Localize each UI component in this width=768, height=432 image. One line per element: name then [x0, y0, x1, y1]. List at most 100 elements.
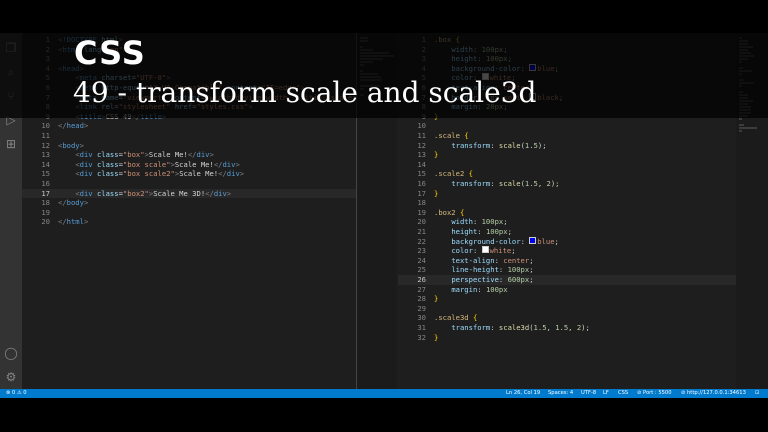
eol-setting[interactable]: LF [603, 389, 609, 398]
code-line[interactable]: 19 [22, 208, 356, 218]
code-line[interactable]: 29 [398, 304, 736, 314]
code-token: body [62, 140, 80, 150]
code-token: : [472, 217, 482, 227]
code-line[interactable]: 23 color: white; [398, 246, 736, 256]
code-token: transform [451, 140, 491, 150]
code-token: class [92, 150, 119, 160]
code-line[interactable]: 14 <div class="box scale">Scale Me!</div… [22, 160, 356, 170]
video-bottom-letterbox [0, 398, 768, 432]
code-token: perspective [451, 275, 499, 284]
color-swatch[interactable] [481, 246, 489, 254]
code-token: div [79, 188, 93, 198]
code-line[interactable]: 13} [398, 150, 736, 160]
code-token: white [489, 246, 512, 256]
code-token: body [66, 198, 84, 208]
account-icon[interactable]: ◯ [4, 346, 18, 360]
code-token: class [92, 188, 119, 198]
code-line[interactable]: 24 text-align: center; [398, 256, 736, 266]
color-swatch[interactable] [529, 236, 537, 244]
code-line[interactable]: 17} [398, 189, 736, 199]
code-token: line-height [451, 265, 499, 275]
code-line[interactable]: 16 transform: scale(1.5, 2); [398, 179, 736, 189]
code-line[interactable]: 11 .scale { [398, 131, 736, 141]
code-text: } [434, 333, 438, 343]
code-line[interactable]: 15 <div class="box scale2">Scale Me!</di… [22, 169, 356, 179]
code-line[interactable]: 16 [22, 179, 356, 189]
code-token: class [92, 169, 119, 179]
code-token: </ [58, 198, 67, 208]
code-token: center [503, 255, 530, 265]
extensions-icon[interactable]: ⊞ [4, 137, 18, 151]
code-token: div [222, 159, 236, 169]
code-line[interactable]: 19 .box2 { [398, 208, 736, 218]
code-line[interactable]: 17 <div class="box2">Scale Me 3D!</div> [22, 188, 356, 199]
code-line[interactable]: 10 </head> [22, 121, 356, 131]
line-number: 12 [41, 140, 50, 150]
code-line[interactable]: 14 [398, 160, 736, 170]
code-text: <div class="box scale">Scale Me!</div> [58, 159, 239, 170]
minimap-line [739, 130, 742, 132]
code-text: .scale3d { [434, 313, 477, 323]
language-mode[interactable]: CSS [618, 389, 628, 398]
encoding-setting[interactable]: UTF-8 [581, 389, 596, 398]
code-line[interactable]: 27 margin: 100px [398, 285, 736, 295]
code-token: </ [218, 169, 227, 179]
code-line[interactable]: 20 width: 100px; [398, 217, 736, 227]
live-server-port[interactable]: ⊘ Port : 5500 [637, 389, 672, 398]
settings-gear-icon[interactable]: ⚙ [4, 370, 18, 384]
code-line[interactable]: 32} [398, 333, 736, 343]
code-line[interactable]: 21 height: 100px; [398, 227, 736, 237]
line-number: 18 [417, 198, 426, 208]
line-number: 18 [41, 198, 50, 208]
code-token: } [434, 332, 439, 342]
code-token: ; [554, 236, 559, 246]
code-line[interactable]: 18 [398, 198, 736, 208]
code-token: "box2" [122, 188, 149, 198]
code-line[interactable]: 10 [398, 121, 736, 131]
code-token: > [226, 188, 232, 198]
code-token: } [434, 294, 439, 304]
code-line[interactable]: 20 </html> [22, 217, 356, 227]
code-token: </ [58, 217, 67, 227]
notifications-bell-icon[interactable]: ⊡ [755, 389, 759, 398]
code-line[interactable]: 28} [398, 294, 736, 304]
code-line[interactable]: 31 transform: scale3d(1.5, 1.5, 2); [398, 323, 736, 333]
cursor-position[interactable]: Ln 26, Col 19 [506, 389, 540, 398]
course-logo: CSS [74, 34, 146, 72]
code-line[interactable]: 11 [22, 131, 356, 141]
problems-indicator[interactable]: ⊗ 0 ⚠ 0 [6, 389, 27, 398]
code-token: text-align [451, 255, 495, 265]
code-token: > [79, 140, 84, 150]
line-number: 23 [417, 246, 426, 256]
code-text: width: 100px; [434, 217, 507, 227]
code-line[interactable]: 25 line-height: 100px; [398, 265, 736, 275]
line-number: 25 [417, 265, 426, 275]
code-text: </body> [58, 198, 88, 208]
line-number: 12 [417, 140, 426, 150]
code-text: } [434, 189, 438, 199]
code-text: } [434, 294, 438, 304]
line-number: 11 [417, 131, 426, 140]
title-overlay: CSS 49 - transform scale and scale3d [0, 33, 768, 118]
code-text: margin: 100px [434, 285, 507, 295]
line-number: 20 [417, 217, 426, 227]
indentation-setting[interactable]: Spaces: 4 [548, 389, 573, 398]
code-line[interactable]: 26 perspective: 600px; [398, 275, 736, 285]
code-token: 1.5 [555, 323, 569, 332]
code-line[interactable]: 13 <div class="box">Scale Me!</div> [22, 150, 356, 160]
code-line[interactable]: 22 background-color: blue; [398, 236, 736, 247]
code-line[interactable]: 15 .scale2 { [398, 169, 736, 179]
code-token: .scale3d [434, 313, 469, 323]
live-server-url[interactable]: ⊘ http://127.0.0.1:34613 [681, 389, 746, 398]
code-line[interactable]: 30 .scale3d { [398, 313, 736, 323]
code-token: ); [581, 323, 590, 332]
code-line[interactable]: 12 transform: scale(1.5); [398, 141, 736, 151]
line-number: 31 [417, 323, 426, 332]
code-line[interactable]: 12 <body> [22, 141, 356, 151]
code-line[interactable]: 18 </body> [22, 198, 356, 208]
